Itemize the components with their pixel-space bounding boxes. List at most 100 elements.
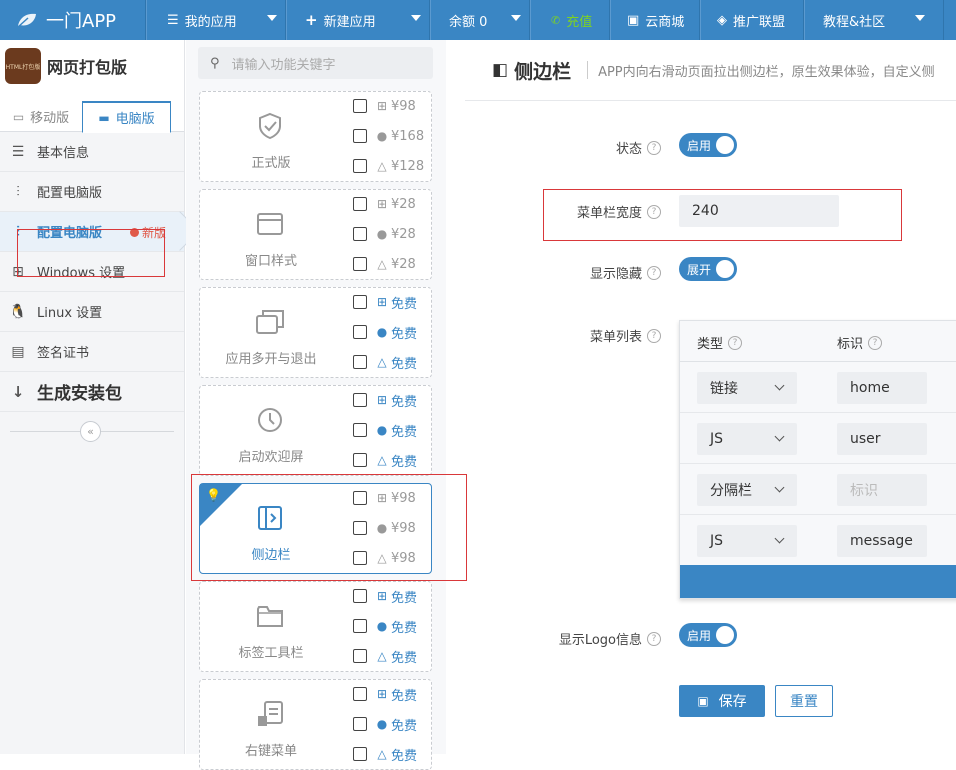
app-logo[interactable]: 一门APP xyxy=(0,0,146,40)
highlight-box xyxy=(17,229,165,277)
linux-icon: △ xyxy=(377,355,387,369)
checkbox[interactable] xyxy=(353,747,367,761)
platform-linux[interactable]: △ 免费 xyxy=(353,352,417,372)
nav-my-apps[interactable]: ☰ 我的应用 xyxy=(146,0,286,40)
highlight-box xyxy=(543,189,902,241)
logo-label: 显示Logo信息? xyxy=(465,629,661,648)
diamond-icon: ◈ xyxy=(717,12,727,28)
feature-card-multi-instance[interactable]: 应用多开与退出 ⊞ 免费 ● 免费 △ 免费 xyxy=(199,287,432,378)
platform-mac[interactable]: ● ¥28 xyxy=(353,224,416,244)
build-icon: ↓ xyxy=(11,382,25,401)
app-name: 网页打包版 xyxy=(47,58,128,77)
feature-card-splash[interactable]: 启动欢迎屏 ⊞ 免费 ● 免费 △ 免费 xyxy=(199,385,432,476)
type-select[interactable]: 分隔栏 xyxy=(697,474,797,506)
platform-mac[interactable]: ● 免费 xyxy=(353,616,417,636)
platform-windows[interactable]: ⊞ ¥98 xyxy=(353,96,416,116)
reset-button[interactable]: 重置 xyxy=(775,685,833,717)
tab-desktop[interactable]: ▬ 电脑版 xyxy=(82,101,171,133)
checkbox[interactable] xyxy=(353,687,367,701)
checkbox[interactable] xyxy=(353,589,367,603)
help-icon[interactable]: ? xyxy=(647,265,661,280)
type-select[interactable]: 链接 xyxy=(697,372,797,404)
help-icon[interactable]: ? xyxy=(647,328,661,343)
feature-card-tab-toolbar[interactable]: 标签工具栏 ⊞ 免费 ● 免费 △ 免费 xyxy=(199,581,432,672)
checkbox[interactable] xyxy=(353,257,367,271)
app-header: HTML打包版 网页打包版 xyxy=(0,40,184,92)
id-input[interactable]: home xyxy=(837,372,927,404)
show-hide-toggle[interactable]: 展开 xyxy=(679,257,737,281)
linux-icon: △ xyxy=(377,159,387,173)
logo-toggle[interactable]: 启用 xyxy=(679,623,737,647)
sidebar-item-build[interactable]: ↓ 生成安装包 xyxy=(0,372,184,412)
nav-shop[interactable]: ▣ 云商城 xyxy=(610,0,700,40)
status-toggle[interactable]: 启用 xyxy=(679,133,737,157)
help-icon[interactable]: ? xyxy=(728,335,743,350)
price: 免费 xyxy=(391,688,418,704)
toggle-label: 启用 xyxy=(687,628,712,643)
checkbox[interactable] xyxy=(353,295,367,309)
checkbox[interactable] xyxy=(353,355,367,369)
type-select[interactable]: JS xyxy=(697,423,797,455)
platform-windows[interactable]: ⊞ 免费 xyxy=(353,684,417,704)
id-input[interactable]: message xyxy=(837,525,927,557)
platform-linux[interactable]: △ 免费 xyxy=(353,450,417,470)
feature-card-context-menu[interactable]: 右键菜单 ⊞ 免费 ● 免费 △ 免费 xyxy=(199,679,432,770)
platform-linux[interactable]: △ 免费 xyxy=(353,646,417,666)
sidebar-item-basic-info[interactable]: ☰ 基本信息 xyxy=(0,132,184,172)
platform-windows[interactable]: ⊞ 免费 xyxy=(353,292,417,312)
platform-linux[interactable]: △ ¥128 xyxy=(353,156,424,176)
nav-new-app[interactable]: + 新建应用 xyxy=(286,0,430,40)
checkbox[interactable] xyxy=(353,453,367,467)
checkbox[interactable] xyxy=(353,159,367,173)
sidebar-item-label: 签名证书 xyxy=(37,346,90,361)
help-icon[interactable]: ? xyxy=(647,140,661,155)
checkbox[interactable] xyxy=(353,423,367,437)
checkbox[interactable] xyxy=(353,717,367,731)
tab-mobile[interactable]: ▭ 移动版 xyxy=(0,101,82,132)
checkbox[interactable] xyxy=(353,393,367,407)
platform-mac[interactable]: ● 免费 xyxy=(353,420,417,440)
double-chevron-left-icon[interactable]: « xyxy=(80,421,101,442)
checkbox[interactable] xyxy=(353,619,367,633)
nav-affiliate[interactable]: ◈ 推广联盟 xyxy=(700,0,804,40)
platform-mac[interactable]: ● 免费 xyxy=(353,322,417,342)
price: 免费 xyxy=(391,326,418,342)
type-value: JS xyxy=(710,533,724,549)
add-row-bar[interactable] xyxy=(680,565,956,598)
checkbox[interactable] xyxy=(353,325,367,339)
logo-text: 一门APP xyxy=(46,11,117,32)
save-button[interactable]: ▣ 保存 xyxy=(679,685,765,717)
nav-recharge[interactable]: ✆ 充值 xyxy=(530,0,610,40)
feature-search[interactable]: ⚲ 请输入功能关键字 xyxy=(198,47,433,79)
sidebar-item-config-desktop[interactable]: ⫶ 配置电脑版 xyxy=(0,172,184,212)
platform-mac[interactable]: ● ¥168 xyxy=(353,126,424,146)
sidebar-item-certificate[interactable]: ▤ 签名证书 xyxy=(0,332,184,372)
id-input[interactable]: 标识 xyxy=(837,474,927,506)
sidebar-item-linux[interactable]: 🐧 Linux 设置 xyxy=(0,292,184,332)
platform-linux[interactable]: △ 免费 xyxy=(353,744,417,764)
platform-linux[interactable]: △ ¥28 xyxy=(353,254,416,274)
platform-windows[interactable]: ⊞ 免费 xyxy=(353,586,417,606)
help-icon[interactable]: ? xyxy=(868,335,883,350)
windows-icon: ⊞ xyxy=(376,589,388,603)
help-icon[interactable]: ? xyxy=(647,631,661,646)
platform-windows[interactable]: ⊞ 免费 xyxy=(353,390,417,410)
id-input[interactable]: user xyxy=(837,423,927,455)
apple-icon: ● xyxy=(376,227,388,241)
feature-card-window-style[interactable]: 窗口样式 ⊞ ¥28 ● ¥28 △ ¥28 xyxy=(199,189,432,280)
platform-mac[interactable]: ● 免费 xyxy=(353,714,417,734)
platform-windows[interactable]: ⊞ ¥28 xyxy=(353,194,416,214)
feature-card-official[interactable]: 正式版 ⊞ ¥98 ● ¥168 △ ¥128 xyxy=(199,91,432,182)
tabs-icon xyxy=(250,598,290,634)
checkbox[interactable] xyxy=(353,99,367,113)
type-select[interactable]: JS xyxy=(697,525,797,557)
price: 免费 xyxy=(391,356,418,372)
checkbox[interactable] xyxy=(353,649,367,663)
checkbox[interactable] xyxy=(353,197,367,211)
checkbox[interactable] xyxy=(353,129,367,143)
chevron-down-icon xyxy=(774,431,785,442)
checkbox[interactable] xyxy=(353,227,367,241)
page-title: 侧边栏 xyxy=(514,60,572,83)
nav-balance[interactable]: 余额 0 xyxy=(430,0,530,40)
nav-tutorials[interactable]: 教程&社区 xyxy=(804,0,944,40)
